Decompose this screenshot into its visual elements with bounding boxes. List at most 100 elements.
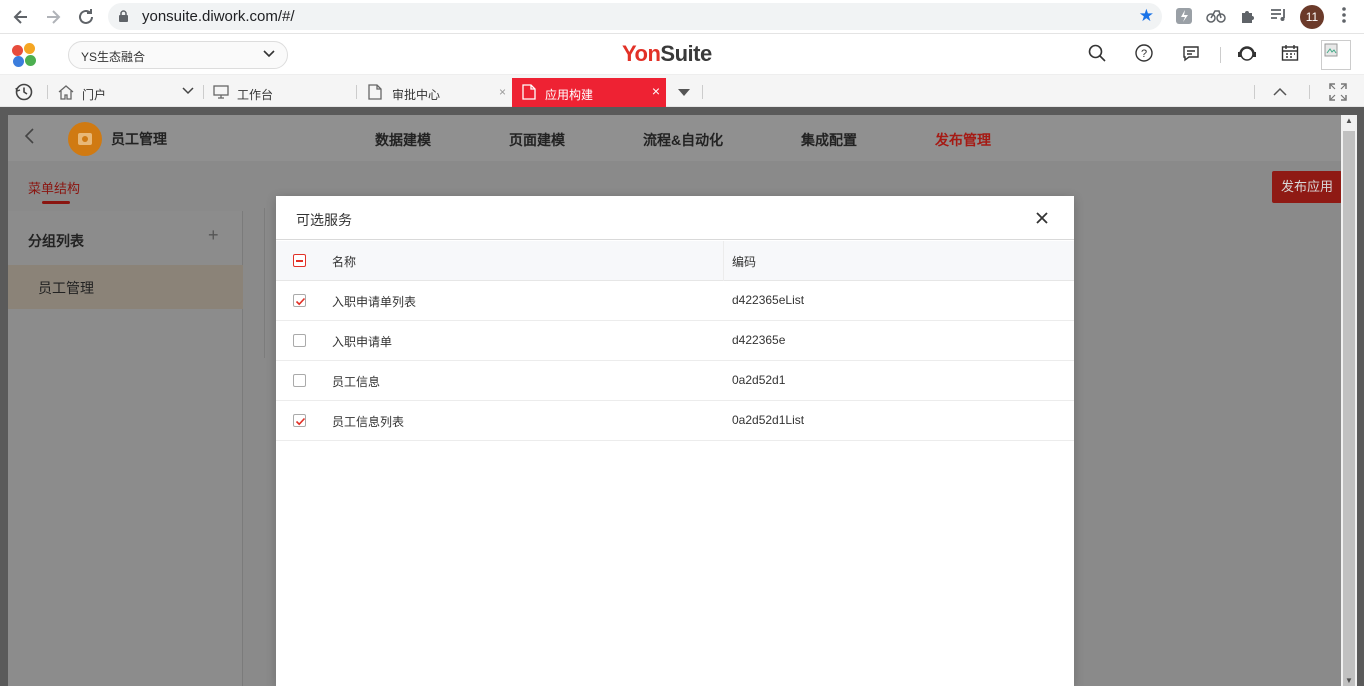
select-all-checkbox[interactable] [293,254,306,267]
row-code: d422365e [732,333,786,347]
header-divider [1220,47,1221,63]
add-group-icon[interactable]: + [208,225,219,246]
nav-data-modeling[interactable]: 数据建模 [375,130,431,150]
close-icon[interactable]: × [499,85,506,99]
reload-icon[interactable] [75,6,97,28]
row-code: d422365eList [732,293,805,307]
scrollbar-thumb[interactable] [1343,131,1355,686]
column-divider [723,241,724,281]
column-header-name: 名称 [332,255,357,269]
nav-integration-config[interactable]: 集成配置 [801,130,857,150]
tab-overflow-icon[interactable] [677,86,691,101]
url-text: yonsuite.diwork.com/#/ [142,8,295,25]
row-name: 员工信息列表 [332,415,405,429]
document-icon [368,84,382,103]
table-row[interactable]: 员工信息列表 0a2d52d1List [276,401,1074,441]
row-checkbox[interactable] [293,414,306,427]
help-icon[interactable]: ? [1133,44,1155,66]
history-icon[interactable] [14,82,34,105]
address-bar[interactable]: yonsuite.diwork.com/#/ ★ [108,3,1162,30]
media-control-icon[interactable] [1269,7,1289,27]
row-code: 0a2d52d1 [732,373,786,387]
monitor-icon [213,84,229,103]
tenant-selector[interactable]: YS生态融合 [68,41,288,69]
tab-label: 工作台 [237,88,274,102]
user-avatar[interactable] [1321,40,1351,70]
row-name: 入职申请单列表 [332,295,417,309]
page-scrollbar[interactable]: ▲ ▼ [1341,115,1357,686]
group-list-title: 分组列表 [28,233,84,249]
tab-label: 审批中心 [392,88,441,102]
dialog-title: 可选服务 [296,212,352,228]
chevron-down-icon [263,44,275,67]
workspace-tabbar: 门户 工作台 审批中心 × 应用构建 × [0,75,1364,107]
row-checkbox[interactable] [293,374,306,387]
tab-approval-center[interactable]: 审批中心 × [368,78,506,107]
group-item-label: 员工管理 [38,280,94,296]
tab-divider [356,85,357,99]
table-row[interactable]: 入职申请单列表 d422365eList [276,281,1074,321]
brand-logo: YonSuite [622,41,712,66]
tab-divider [1254,85,1255,99]
app-launcher-icon[interactable] [12,43,38,67]
tab-divider [1309,85,1310,99]
nav-page-modeling[interactable]: 页面建模 [509,130,565,150]
browser-menu-icon[interactable] [1334,7,1354,27]
tab-label: 门户 [82,88,107,102]
tab-workbench[interactable]: 工作台 [213,78,343,107]
search-icon[interactable] [1086,44,1108,66]
tab-underline [42,201,70,204]
app-top-nav: 员工管理 数据建模 页面建模 流程&自动化 集成配置 发布管理 [8,115,1341,161]
row-name: 员工信息 [332,375,381,389]
app-header: YS生态融合 YonSuite ? [0,35,1364,75]
extension-icon[interactable] [1174,7,1194,27]
close-icon[interactable] [1032,208,1052,228]
profile-avatar[interactable]: 11 [1300,5,1324,29]
home-icon [58,84,74,103]
table-header-row: 名称 编码 [276,241,1074,281]
tab-app-builder[interactable]: 应用构建 × [512,78,666,107]
bike-extension-icon[interactable] [1206,7,1226,27]
app-logo-icon [68,122,102,156]
table-row[interactable]: 员工信息 0a2d52d1 [276,361,1074,401]
fullscreen-icon[interactable] [1329,83,1347,104]
services-table: 名称 编码 入职申请单列表 d422365eList 入职申请单 d422365… [276,241,1074,441]
calendar-icon[interactable] [1279,44,1301,66]
row-checkbox[interactable] [293,294,306,307]
bookmark-star-icon[interactable]: ★ [1139,6,1154,26]
lock-icon [119,10,128,22]
close-icon[interactable]: × [652,83,660,99]
tab-label: 应用构建 [545,88,594,102]
row-code: 0a2d52d1List [732,413,805,427]
group-item[interactable]: 员工管理 [8,265,243,309]
back-arrow-icon[interactable] [10,6,32,28]
forward-arrow-icon[interactable] [42,6,64,28]
back-icon[interactable] [24,127,36,150]
puzzle-extensions-icon[interactable] [1238,7,1258,27]
row-checkbox[interactable] [293,334,306,347]
dialog-header: 可选服务 [276,196,1074,240]
scroll-down-icon[interactable]: ▼ [1345,676,1353,685]
scroll-up-icon[interactable]: ▲ [1345,116,1353,125]
document-icon [522,84,536,103]
tab-divider [702,85,703,99]
customer-service-icon[interactable] [1236,44,1258,66]
nav-publish-management[interactable]: 发布管理 [935,130,991,150]
tab-divider [203,85,204,99]
column-header-code: 编码 [732,255,757,269]
browser-toolbar: yonsuite.diwork.com/#/ ★ 11 [0,0,1364,34]
publish-app-button[interactable]: 发布应用 [1272,171,1342,203]
svg-text:?: ? [1141,48,1147,60]
optional-services-dialog: 可选服务 名称 编码 入职申请单列表 d422365eList 入职申请单 d4… [276,196,1074,686]
content-card-edge [264,208,276,358]
nav-flow-automation[interactable]: 流程&自动化 [643,130,723,150]
table-row[interactable]: 入职申请单 d422365e [276,321,1074,361]
chevron-down-icon[interactable] [182,85,194,100]
tab-divider [47,85,48,99]
tenant-label: YS生态融合 [81,50,146,64]
row-name: 入职申请单 [332,335,393,349]
tab-portal[interactable]: 门户 [58,78,168,107]
message-icon[interactable] [1180,44,1202,66]
tab-menu-structure[interactable]: 菜单结构 [28,178,80,197]
chevron-up-icon[interactable] [1273,85,1287,100]
